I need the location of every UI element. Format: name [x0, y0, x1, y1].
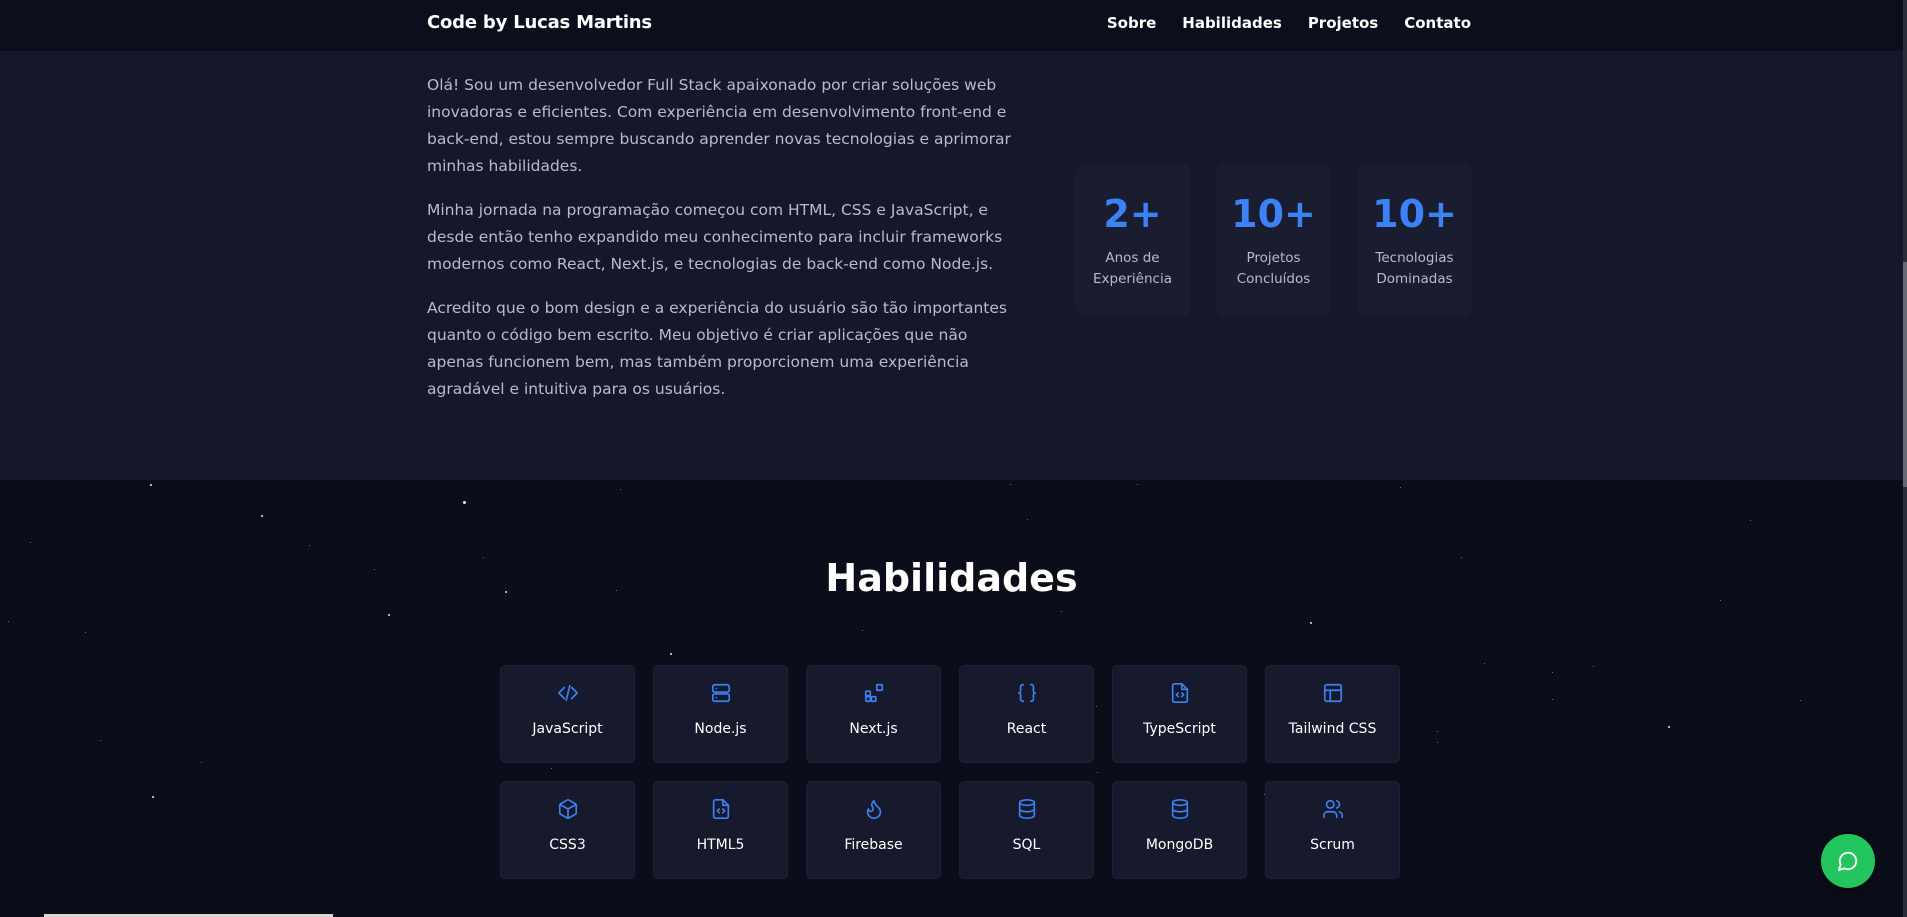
- star-dot: [1750, 520, 1751, 521]
- about-text: Olá! Sou um desenvolvedor Full Stack apa…: [427, 72, 1027, 420]
- skill-card-javascript[interactable]: JavaScript: [500, 665, 635, 763]
- skills-section: Habilidades JavaScript Node.js Next.js R…: [0, 480, 1903, 917]
- star-dot: [1137, 484, 1138, 485]
- nav-contato[interactable]: Contato: [1404, 14, 1471, 32]
- star-dot: [8, 621, 9, 622]
- star-dot: [1027, 519, 1028, 520]
- star-dot: [1668, 726, 1670, 728]
- star-dot: [100, 740, 101, 741]
- skill-name: HTML5: [696, 837, 745, 853]
- star-dot: [463, 501, 466, 504]
- star-dot: [1484, 663, 1485, 664]
- skill-card-mongodb[interactable]: MongoDB: [1112, 781, 1247, 879]
- brand-logo[interactable]: Code by Lucas Martins: [427, 12, 652, 33]
- database-icon: [1016, 798, 1038, 820]
- about-paragraph: Olá! Sou um desenvolvedor Full Stack apa…: [427, 76, 1011, 175]
- star-dot: [261, 515, 263, 517]
- star-dot: [1310, 622, 1312, 624]
- braces-icon: [1016, 682, 1038, 704]
- star-dot: [1437, 731, 1438, 732]
- stat-label: Anos de Experiência: [1092, 250, 1172, 287]
- star-dot: [1400, 487, 1401, 488]
- star-dot: [620, 489, 621, 490]
- stat-card-technologies: 10+ Tecnologias Dominadas: [1357, 164, 1472, 316]
- stat-card-projects: 10+ Projetos Concluídos: [1216, 164, 1331, 316]
- skill-card-css3[interactable]: CSS3: [500, 781, 635, 879]
- star-dot: [1061, 611, 1062, 612]
- skill-name: Tailwind CSS: [1288, 721, 1377, 737]
- skill-card-tailwind[interactable]: Tailwind CSS: [1265, 665, 1400, 763]
- stat-value: 10+: [1231, 192, 1316, 236]
- about-section: Olá! Sou um desenvolvedor Full Stack apa…: [0, 52, 1903, 480]
- skill-name: MongoDB: [1145, 837, 1214, 853]
- nav-habilidades[interactable]: Habilidades: [1182, 14, 1282, 32]
- main-nav: Sobre Habilidades Projetos Contato: [1107, 14, 1471, 32]
- site-header: Code by Lucas Martins Sobre Habilidades …: [0, 0, 1903, 52]
- flame-icon: [863, 798, 885, 820]
- skill-name: JavaScript: [532, 721, 603, 737]
- skill-card-firebase[interactable]: Firebase: [806, 781, 941, 879]
- stats-row: 2+ Anos de Experiência 10+ Projetos Conc…: [1075, 164, 1472, 316]
- star-dot: [152, 796, 154, 798]
- users-icon: [1322, 798, 1344, 820]
- skill-card-nodejs[interactable]: Node.js: [653, 665, 788, 763]
- skill-name: SQL: [1012, 837, 1041, 853]
- box-icon: [557, 798, 579, 820]
- star-dot: [1010, 484, 1011, 485]
- message-circle-icon: [1837, 850, 1859, 872]
- server-icon: [710, 682, 732, 704]
- chat-button[interactable]: [1821, 834, 1875, 888]
- star-dot: [862, 630, 863, 631]
- database-icon: [1169, 798, 1191, 820]
- star-dot: [670, 653, 672, 655]
- skill-name: Node.js: [694, 721, 747, 737]
- skill-card-nextjs[interactable]: Next.js: [806, 665, 941, 763]
- skills-grid: JavaScript Node.js Next.js React TypeScr…: [500, 665, 1400, 879]
- skill-name: Firebase: [844, 837, 903, 853]
- scrollbar-thumb[interactable]: [1903, 262, 1907, 487]
- skill-card-scrum[interactable]: Scrum: [1265, 781, 1400, 879]
- star-dot: [1800, 700, 1801, 701]
- stat-value: 2+: [1103, 192, 1162, 236]
- skill-name: React: [1006, 721, 1047, 737]
- star-dot: [309, 545, 310, 546]
- skill-card-react[interactable]: React: [959, 665, 1094, 763]
- skill-name: Scrum: [1310, 837, 1355, 853]
- about-paragraph: Minha jornada na programação começou com…: [427, 201, 1003, 273]
- skill-card-html5[interactable]: HTML5: [653, 781, 788, 879]
- code-icon: [557, 682, 579, 704]
- stat-card-experience: 2+ Anos de Experiência: [1075, 164, 1190, 316]
- star-dot: [1593, 666, 1594, 667]
- blocks-icon: [863, 682, 885, 704]
- star-dot: [1552, 672, 1553, 673]
- star-dot: [30, 542, 31, 543]
- skills-title: Habilidades: [825, 556, 1078, 600]
- stat-label: Projetos Concluídos: [1236, 250, 1311, 287]
- star-dot: [1720, 600, 1721, 601]
- nav-projetos[interactable]: Projetos: [1308, 14, 1378, 32]
- skill-name: TypeScript: [1143, 721, 1216, 737]
- stat-value: 10+: [1372, 192, 1457, 236]
- star-dot: [150, 484, 152, 486]
- file-code-icon: [710, 798, 732, 820]
- star-dot: [201, 762, 202, 763]
- star-dot: [1552, 699, 1553, 700]
- star-dot: [1437, 742, 1438, 743]
- file-code-icon: [1169, 682, 1191, 704]
- skill-name: CSS3: [549, 837, 586, 853]
- skill-card-typescript[interactable]: TypeScript: [1112, 665, 1247, 763]
- nav-sobre[interactable]: Sobre: [1107, 14, 1156, 32]
- about-paragraph: Acredito que o bom design e a experiênci…: [427, 299, 1007, 398]
- page: Code by Lucas Martins Sobre Habilidades …: [0, 0, 1907, 917]
- layout-icon: [1322, 682, 1344, 704]
- skill-card-sql[interactable]: SQL: [959, 781, 1094, 879]
- star-dot: [388, 614, 390, 616]
- vertical-scrollbar[interactable]: [1903, 0, 1907, 917]
- star-dot: [85, 632, 86, 633]
- skill-name: Next.js: [849, 721, 898, 737]
- stat-label: Tecnologias Dominadas: [1375, 250, 1454, 287]
